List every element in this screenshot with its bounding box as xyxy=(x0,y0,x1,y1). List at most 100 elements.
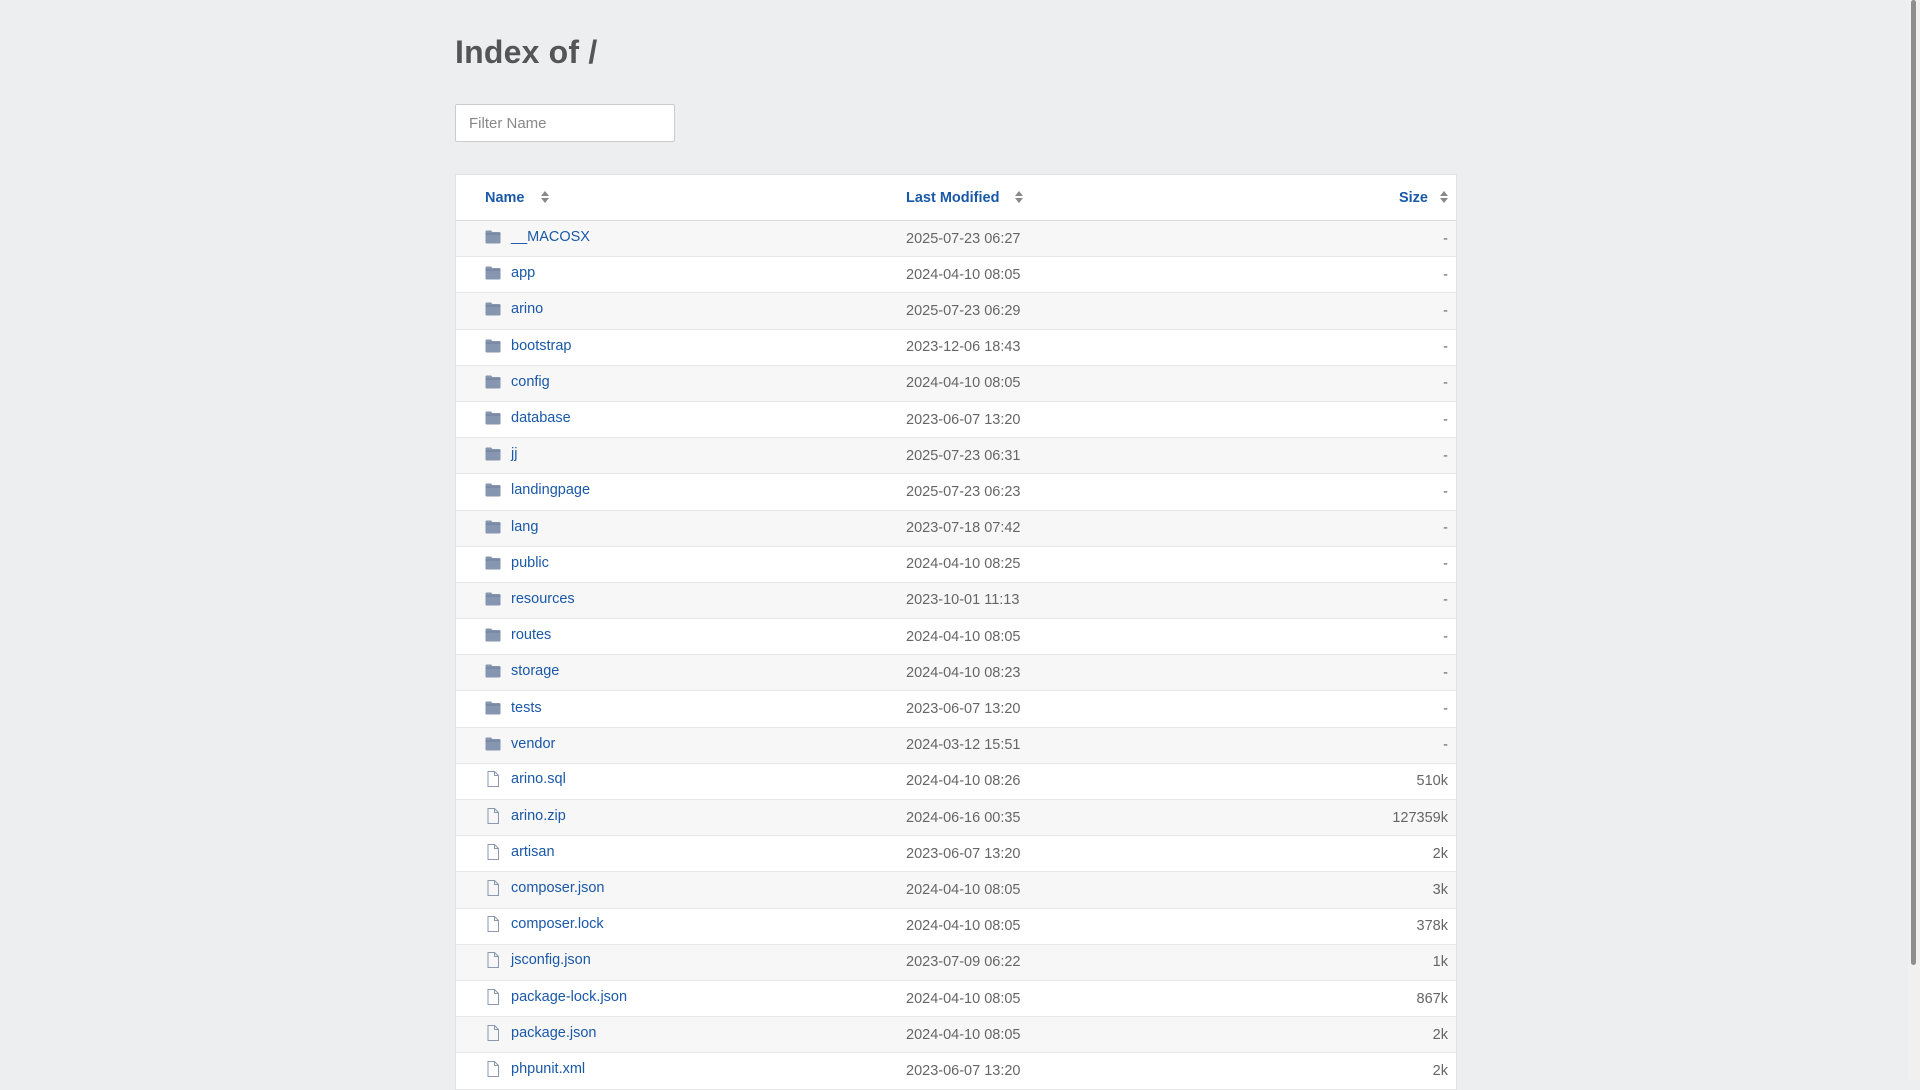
entry-name-cell: database xyxy=(456,401,906,437)
table-row: jsconfig.json 2023-07-09 06:22 1k xyxy=(456,944,1456,981)
entry-link[interactable]: package-lock.json xyxy=(485,988,627,1005)
file-icon xyxy=(487,1024,499,1041)
folder-icon xyxy=(485,592,501,606)
entry-modified: 2024-04-10 08:05 xyxy=(906,881,1021,898)
entry-link[interactable]: public xyxy=(485,555,549,571)
entry-size: 867k xyxy=(1416,990,1448,1007)
table-row: database 2023-06-07 13:20 - xyxy=(456,401,1456,438)
entry-name: composer.lock xyxy=(511,916,604,933)
entry-size: - xyxy=(1443,628,1448,645)
entry-modified: 2024-06-16 00:35 xyxy=(906,809,1021,826)
entry-size: - xyxy=(1443,520,1448,537)
scrollbar-thumb[interactable] xyxy=(1911,0,1916,965)
entry-link[interactable]: lang xyxy=(485,519,538,535)
table-row: vendor 2024-03-12 15:51 - xyxy=(456,727,1456,764)
entry-link[interactable]: resources xyxy=(485,591,575,607)
entry-name-cell: artisan xyxy=(456,836,906,872)
sort-arrows-icon[interactable] xyxy=(1015,190,1024,203)
vertical-scrollbar[interactable] xyxy=(1908,0,1920,1080)
sort-arrows-icon[interactable] xyxy=(540,190,549,203)
table-row: phpunit.xml 2023-06-07 13:20 2k xyxy=(456,1053,1456,1089)
folder-icon xyxy=(485,375,501,389)
entry-name: config xyxy=(511,373,550,390)
entry-link[interactable]: vendor xyxy=(485,736,555,752)
sort-by-size-link[interactable]: Size xyxy=(1399,190,1428,206)
entry-size: 2k xyxy=(1432,845,1448,862)
entry-name: jj xyxy=(511,446,518,463)
table-row: arino.sql 2024-04-10 08:26 510k xyxy=(456,763,1456,800)
entry-link[interactable]: arino.sql xyxy=(485,771,566,788)
entry-modified: 2024-04-10 08:25 xyxy=(906,556,1021,573)
table-row: storage 2024-04-10 08:23 - xyxy=(456,654,1456,691)
file-icon xyxy=(487,879,499,896)
file-icon xyxy=(487,952,499,969)
entry-name-cell: vendor xyxy=(456,727,906,763)
entry-name: arino.zip xyxy=(511,807,566,824)
entry-modified: 2023-06-07 13:20 xyxy=(906,1062,1021,1079)
entry-name: phpunit.xml xyxy=(511,1060,586,1077)
entry-link[interactable]: config xyxy=(485,374,550,390)
entry-name: vendor xyxy=(511,735,556,752)
sort-by-name-link[interactable]: Name xyxy=(485,190,525,206)
entry-modified: 2024-04-10 08:05 xyxy=(906,266,1021,283)
entry-link[interactable]: app xyxy=(485,265,535,281)
entry-link[interactable]: package.json xyxy=(485,1024,596,1041)
entry-size: - xyxy=(1443,339,1448,356)
table-row: app 2024-04-10 08:05 - xyxy=(456,257,1456,293)
folder-icon xyxy=(485,230,501,244)
entry-name: resources xyxy=(511,590,575,607)
entry-size: 2k xyxy=(1432,1026,1448,1043)
entry-name: tests xyxy=(511,699,542,716)
entry-name: storage xyxy=(511,663,560,680)
entry-link[interactable]: composer.lock xyxy=(485,916,604,933)
table-row: arino.zip 2024-06-16 00:35 127359k xyxy=(456,799,1456,836)
entry-name-cell: lang xyxy=(456,510,906,546)
entry-name-cell: package-lock.json xyxy=(456,980,906,1016)
entry-link[interactable]: tests xyxy=(485,700,542,716)
folder-icon xyxy=(485,520,501,534)
entry-size: - xyxy=(1443,266,1448,283)
entry-modified: 2023-06-07 13:20 xyxy=(906,701,1021,718)
filter-name-input[interactable] xyxy=(455,104,675,142)
folder-icon xyxy=(485,483,501,497)
entry-size: - xyxy=(1443,701,1448,718)
folder-icon xyxy=(485,737,501,751)
entry-modified: 2024-04-10 08:05 xyxy=(906,918,1021,935)
entry-modified: 2024-04-10 08:23 xyxy=(906,664,1021,681)
entry-modified: 2025-07-23 06:27 xyxy=(906,230,1021,247)
entry-name: composer.json xyxy=(511,879,605,896)
entry-name: database xyxy=(511,410,571,427)
table-row: public 2024-04-10 08:25 - xyxy=(456,546,1456,583)
file-icon xyxy=(487,843,499,860)
entry-name: lang xyxy=(511,518,539,535)
table-row: resources 2023-10-01 11:13 - xyxy=(456,582,1456,619)
entry-link[interactable]: routes xyxy=(485,627,551,643)
entry-link[interactable]: landingpage xyxy=(485,482,590,498)
entry-modified: 2025-07-23 06:23 xyxy=(906,483,1021,500)
sort-arrows-icon[interactable] xyxy=(1440,190,1448,203)
entry-link[interactable]: jj xyxy=(485,446,517,462)
entry-link[interactable]: phpunit.xml xyxy=(485,1060,586,1077)
entry-size: 127359k xyxy=(1392,809,1448,826)
entry-link[interactable]: artisan xyxy=(485,843,555,860)
entry-name-cell: jj xyxy=(456,438,906,474)
entry-link[interactable]: __MACOSX xyxy=(485,229,590,245)
table-row: tests 2023-06-07 13:20 - xyxy=(456,691,1456,728)
sort-by-modified-link[interactable]: Last Modified xyxy=(906,190,999,206)
entry-link[interactable]: composer.json xyxy=(485,879,605,896)
entry-link[interactable]: storage xyxy=(485,663,559,679)
entry-link[interactable]: arino xyxy=(485,301,543,317)
file-icon xyxy=(487,771,499,788)
column-header-name: Name xyxy=(456,175,906,221)
table-row: __MACOSX 2025-07-23 06:27 - xyxy=(456,220,1456,257)
folder-icon xyxy=(485,447,501,461)
file-icon xyxy=(487,916,499,933)
table-row: routes 2024-04-10 08:05 - xyxy=(456,619,1456,655)
entry-size: 2k xyxy=(1432,1062,1448,1079)
entry-link[interactable]: arino.zip xyxy=(485,807,566,824)
entry-name-cell: composer.json xyxy=(456,872,906,908)
entry-name: artisan xyxy=(511,843,555,860)
entry-link[interactable]: bootstrap xyxy=(485,338,571,354)
entry-link[interactable]: jsconfig.json xyxy=(485,952,591,969)
entry-link[interactable]: database xyxy=(485,410,571,426)
